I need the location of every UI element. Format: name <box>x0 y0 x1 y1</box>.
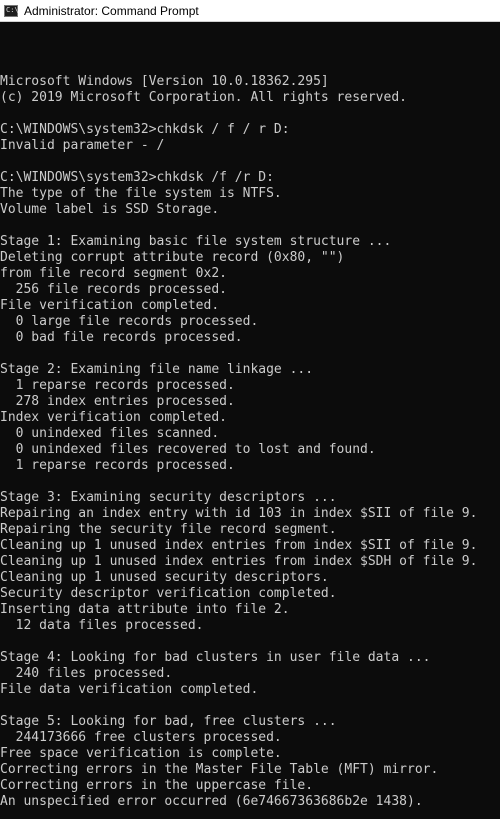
console-line: 12 data files processed. <box>0 618 204 633</box>
console-line: An unspecified error occurred (6e7466736… <box>0 794 423 809</box>
console-line: 278 index entries processed. <box>0 394 235 409</box>
console-line: Free space verification is complete. <box>0 746 282 761</box>
console-output[interactable]: Microsoft Windows [Version 10.0.18362.29… <box>0 22 500 819</box>
console-line: Cleaning up 1 unused index entries from … <box>0 554 478 569</box>
command-prompt-window: C:\ Administrator: Command Prompt Micros… <box>0 0 500 819</box>
console-line: from file record segment 0x2. <box>0 266 227 281</box>
console-line: 0 unindexed files scanned. <box>0 426 220 441</box>
console-line: 0 unindexed files recovered to lost and … <box>0 442 376 457</box>
console-line: 0 bad file records processed. <box>0 330 243 345</box>
console-line: The type of the file system is NTFS. <box>0 186 282 201</box>
console-line: Stage 1: Examining basic file system str… <box>0 234 392 249</box>
console-line: Repairing an index entry with id 103 in … <box>0 506 478 521</box>
console-line: Stage 3: Examining security descriptors … <box>0 490 337 505</box>
console-line: Correcting errors in the uppercase file. <box>0 778 314 793</box>
console-line: Invalid parameter - / <box>0 138 165 153</box>
console-app-icon: C:\ <box>4 4 19 17</box>
console-line: Correcting errors in the Master File Tab… <box>0 762 439 777</box>
console-line: Microsoft Windows [Version 10.0.18362.29… <box>0 74 329 89</box>
title-bar[interactable]: C:\ Administrator: Command Prompt <box>0 0 500 22</box>
console-line: Deleting corrupt attribute record (0x80,… <box>0 250 345 265</box>
console-line: 244173666 free clusters processed. <box>0 730 282 745</box>
console-line: Repairing the security file record segme… <box>0 522 337 537</box>
console-line: Cleaning up 1 unused index entries from … <box>0 538 478 553</box>
console-icon-glyph: C:\ <box>6 5 19 14</box>
console-line: (c) 2019 Microsoft Corporation. All righ… <box>0 90 407 105</box>
console-line: 240 files processed. <box>0 666 173 681</box>
console-line: File data verification completed. <box>0 682 259 697</box>
console-line: 1 reparse records processed. <box>0 458 235 473</box>
console-line: 0 large file records processed. <box>0 314 259 329</box>
console-line: Inserting data attribute into file 2. <box>0 602 290 617</box>
console-line: Security descriptor verification complet… <box>0 586 337 601</box>
console-line: 1 reparse records processed. <box>0 378 235 393</box>
console-line: C:\WINDOWS\system32>chkdsk / f / r D: <box>0 122 290 137</box>
console-line: Stage 5: Looking for bad, free clusters … <box>0 714 337 729</box>
console-line: C:\WINDOWS\system32>chkdsk /f /r D: <box>0 170 274 185</box>
console-line: Cleaning up 1 unused security descriptor… <box>0 570 329 585</box>
console-line: File verification completed. <box>0 298 220 313</box>
console-line: 256 file records processed. <box>0 282 227 297</box>
console-line: Stage 4: Looking for bad clusters in use… <box>0 650 431 665</box>
console-line: Index verification completed. <box>0 410 227 425</box>
window-title: Administrator: Command Prompt <box>24 3 199 18</box>
console-line: Volume label is SSD Storage. <box>0 202 220 217</box>
console-line: Stage 2: Examining file name linkage ... <box>0 362 314 377</box>
